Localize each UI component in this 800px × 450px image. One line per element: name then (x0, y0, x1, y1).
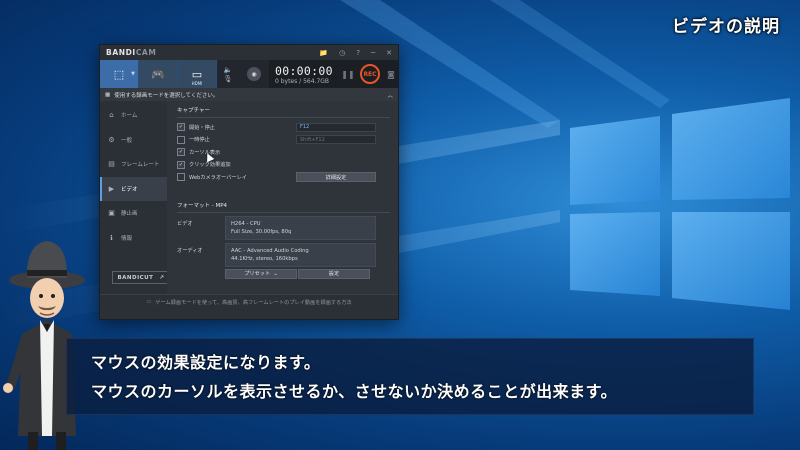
hotkey-start-stop[interactable]: F12 (296, 122, 376, 132)
bandicut-label: BANDICUT (117, 274, 154, 281)
checkbox-show-cursor[interactable]: ✓ (177, 148, 185, 157)
sidebar-item-label: ビデオ (121, 186, 138, 193)
video-format-box: H264 - CPU Full Size, 30.00fps, 80q (225, 215, 376, 240)
folder-icon[interactable]: 📁 (319, 49, 328, 57)
video-params: Full Size, 30.00fps, 80q (231, 228, 292, 235)
video-format-label: ビデオ (177, 220, 193, 227)
info-bar: ▦ 使用する録画モードを選択してください。 ︿ (100, 88, 398, 101)
audio-format-label: オーディオ (177, 247, 203, 254)
bandicam-window: BANDICAM 📁 ◷ ? ─ ✕ ⬚ ▼ 🎮 ▭ HDMI 🔈 🎙 ◉ 00… (99, 44, 399, 320)
sidebar: ⌂ ホーム ⚙ 一般 ▤ フレームレート ▶ ビデオ ▣ 静止画 ℹ 情報 BANDICUT… (100, 101, 170, 294)
info-text: 使用する録画モードを選択してください。 (114, 92, 219, 99)
help-icon[interactable]: ? (356, 49, 360, 57)
screen-rect-icon: ⬚ (113, 67, 125, 81)
hotkey-pause[interactable]: Shift+F12 (296, 135, 376, 145)
audio-codec: AAC - Advanced Audio Coding (231, 247, 309, 254)
record-status: 00:00:00 0 bytes / 564.7GB (269, 60, 340, 88)
hdmi-label: HDMI (191, 81, 203, 86)
audio-params: 44.1KHz, stereo, 160kbps (231, 255, 298, 262)
audio-format-box: AAC - Advanced Audio Coding 44.1KHz, ste… (225, 242, 376, 267)
bandicut-button[interactable]: BANDICUT ↗ (112, 271, 170, 284)
grid-icon: ▦ (105, 91, 111, 98)
subtitle-line-1: マウスの効果設定になります。 (91, 353, 321, 372)
clock-icon[interactable]: ◷ (339, 49, 345, 57)
option-label: Webカメラオーバーレイ (189, 174, 247, 181)
option-label: 一時停止 (189, 137, 210, 144)
info-icon: ℹ (110, 233, 113, 242)
checkbox-pause[interactable] (177, 135, 185, 144)
hdmi-device-icon: ▭ (191, 67, 203, 81)
sidebar-item-label: 一般 (121, 137, 133, 144)
pause-button[interactable]: ❚❚ (340, 60, 356, 88)
speaker-icon: 🔈 (223, 65, 233, 74)
option-pause[interactable]: 一時停止 Shift+F12 (177, 134, 390, 147)
checkbox-click-effect[interactable]: ✓ (177, 160, 185, 169)
option-click-effect[interactable]: ✓ クリック効果追加 (177, 159, 390, 172)
video-settings-panel: キャプチャー ✓ 開始・停止 F12 一時停止 Shift+F12 ✓ カーソル… (167, 101, 398, 294)
webcam-icon: ◉ (247, 67, 261, 81)
game-mode-button[interactable]: 🎮 (139, 60, 178, 88)
screen-mode-button[interactable]: ⬚ ▼ (100, 60, 139, 88)
preset-label: プリセット (244, 271, 271, 277)
footer-tip[interactable]: ▭ ゲーム録画モードを使って、高画質、高フレームレートのプレイ動画を録画する方法 (100, 294, 398, 309)
film-icon: ▤ (108, 160, 115, 169)
sidebar-item-video[interactable]: ▶ ビデオ (100, 176, 167, 201)
chevron-down-icon: ⌄ (273, 270, 278, 277)
video-codec: H264 - CPU (231, 220, 261, 227)
checkbox-webcam-overlay[interactable] (177, 173, 185, 182)
capture-section-title: キャプチャー (177, 105, 390, 118)
preset-button[interactable]: プリセット ⌄ (225, 268, 297, 279)
file-size: 0 bytes / 564.7GB (275, 77, 330, 85)
home-icon: ⌂ (109, 111, 114, 120)
checkbox-start-stop[interactable]: ✓ (177, 123, 185, 132)
sidebar-item-general[interactable]: ⚙ 一般 (100, 128, 167, 153)
topic-title: ビデオの説明 (672, 17, 780, 37)
advanced-settings-button[interactable]: 詳細設定 (296, 172, 376, 183)
option-show-cursor[interactable]: ✓ カーソル表示 (177, 146, 390, 163)
option-webcam-overlay[interactable]: Webカメラオーバーレイ 詳細設定 (177, 171, 390, 184)
sidebar-item-image[interactable]: ▣ 静止画 (100, 201, 167, 226)
sidebar-item-framerate[interactable]: ▤ フレームレート (100, 152, 167, 177)
image-icon: ▣ (108, 209, 115, 218)
settings-button[interactable]: 設定 (298, 268, 370, 279)
record-timer: 00:00:00 (275, 63, 333, 78)
video-icon: ▶ (108, 184, 115, 193)
close-icon[interactable]: ✕ (386, 49, 392, 57)
subtitle-box: マウスの効果設定になります。 マウスのカーソルを表示させるか、させないか決めるこ… (66, 338, 754, 415)
format-section-title: フォーマット - MP4 (177, 200, 390, 213)
app-logo: BANDICAM (106, 48, 157, 57)
device-mode-button[interactable]: ▭ HDMI (178, 60, 217, 88)
toolbar: ⬚ ▼ 🎮 ▭ HDMI 🔈 🎙 ◉ 00:00:00 0 bytes / 56… (100, 60, 398, 88)
pause-icon: ❚❚ (341, 69, 355, 79)
collapse-icon[interactable]: ︿ (387, 91, 393, 99)
mic-icon: 🎙 (223, 74, 233, 83)
subtitle-line-2: マウスのカーソルを表示させるか、させないか決めることが出来ます。 (91, 382, 618, 401)
rec-label: REC (360, 64, 380, 84)
sidebar-item-label: ホーム (121, 113, 138, 120)
minimize-icon[interactable]: ─ (371, 49, 375, 57)
webcam-button[interactable]: ◉ (239, 60, 269, 88)
sidebar-item-info[interactable]: ℹ 情報 (100, 226, 167, 251)
audio-controls[interactable]: 🔈 🎙 (217, 60, 239, 88)
option-label: クリック効果追加 (189, 162, 231, 169)
title-bar: BANDICAM 📁 ◷ ? ─ ✕ (100, 45, 398, 60)
chat-icon: ▭ (146, 299, 152, 305)
sidebar-item-home[interactable]: ⌂ ホーム (100, 103, 167, 128)
sidebar-item-label: 情報 (121, 235, 133, 242)
gear-icon: ⚙ (108, 135, 115, 144)
sidebar-item-label: フレームレート (121, 162, 160, 169)
screenshot-button[interactable]: ◙ (384, 60, 398, 88)
sidebar-item-label: 静止画 (121, 211, 138, 218)
external-link-icon: ↗ (159, 274, 165, 281)
chevron-down-icon[interactable]: ▼ (131, 71, 135, 77)
rec-button[interactable]: REC (356, 60, 384, 88)
option-start-stop[interactable]: ✓ 開始・停止 F12 (177, 121, 390, 134)
gamepad-icon: 🎮 (151, 67, 165, 81)
footer-tip-text: ゲーム録画モードを使って、高画質、高フレームレートのプレイ動画を録画する方法 (155, 299, 352, 306)
camera-icon: ◙ (387, 69, 395, 79)
option-label: 開始・停止 (189, 124, 215, 131)
